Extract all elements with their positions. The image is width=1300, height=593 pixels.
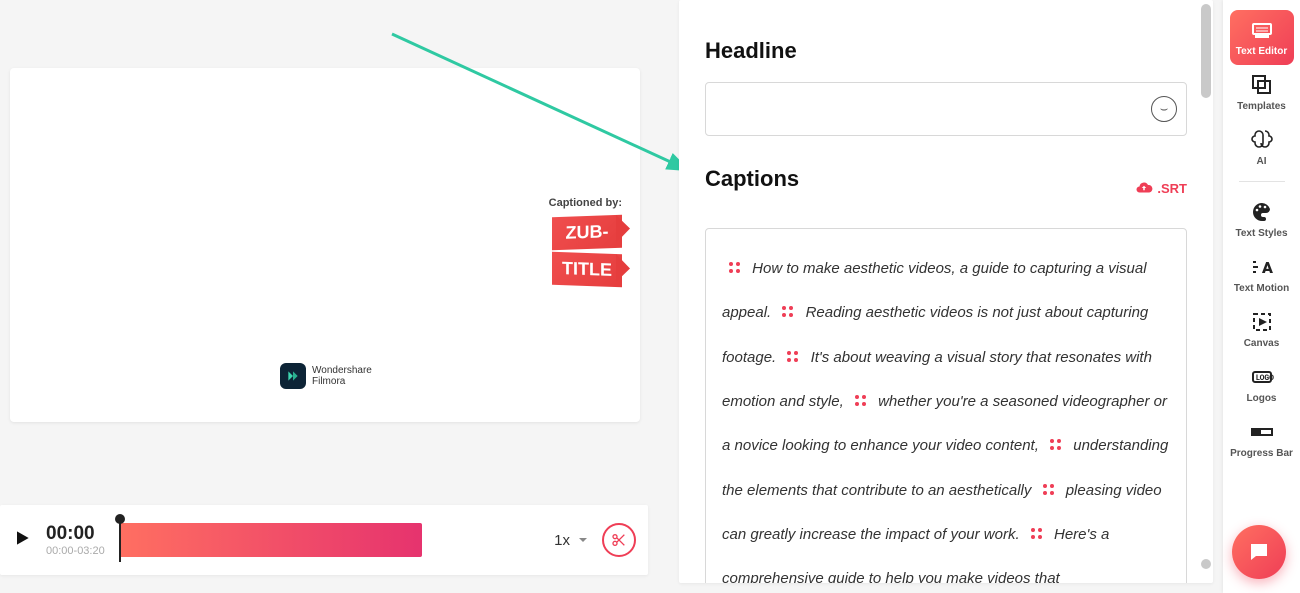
logo-icon: LOGO	[1250, 365, 1274, 389]
sidebar-item-text-styles[interactable]: Text Styles	[1230, 192, 1294, 247]
timecode-range: 00:00-03:20	[46, 545, 105, 557]
preview-column: Captioned by: ZUB- TITLE Wondershare Fil…	[0, 0, 660, 593]
svg-text:LOGO: LOGO	[1256, 374, 1274, 382]
palette-icon	[1250, 200, 1274, 224]
scissors-icon	[611, 532, 627, 548]
help-chat-button[interactable]	[1232, 525, 1286, 579]
timecode-current: 00:00	[46, 523, 105, 545]
sidebar-item-text-motion[interactable]: A Text Motion	[1230, 247, 1294, 302]
filmora-icon	[280, 363, 306, 389]
progress-bar-icon	[1250, 420, 1274, 444]
segment-handle[interactable]	[1042, 469, 1056, 513]
segment-handle[interactable]	[728, 247, 742, 291]
segment-handle[interactable]	[1030, 513, 1044, 557]
svg-text:A: A	[1261, 258, 1273, 277]
typewriter-icon	[1250, 18, 1274, 42]
timeline: 00:00 00:00-03:20 1x	[0, 505, 648, 575]
sidebar-item-logos[interactable]: LOGO Logos	[1230, 357, 1294, 412]
right-sidebar: Text Editor Templates AI Text Styles A T…	[1223, 0, 1300, 593]
smiley-icon: ⌣	[1160, 102, 1169, 117]
trim-button[interactable]	[602, 523, 636, 557]
filmora-watermark: Wondershare Filmora	[280, 363, 372, 389]
brain-icon	[1250, 128, 1274, 152]
play-button[interactable]	[12, 528, 38, 552]
text-motion-icon: A	[1250, 255, 1274, 279]
templates-icon	[1250, 73, 1274, 97]
sidebar-item-canvas[interactable]: Canvas	[1230, 302, 1294, 357]
panel-scrollbar[interactable]	[1201, 4, 1211, 98]
timeline-clip[interactable]	[119, 523, 422, 557]
sidebar-item-text-editor[interactable]: Text Editor	[1230, 10, 1294, 65]
zubtitle-logo: ZUB- TITLE	[552, 216, 622, 290]
segment-handle[interactable]	[786, 336, 800, 380]
export-srt-button[interactable]: .SRT	[1135, 179, 1187, 197]
captioned-by-label: Captioned by:	[549, 198, 622, 209]
headline-input[interactable]	[705, 82, 1187, 136]
video-preview[interactable]: Captioned by: ZUB- TITLE Wondershare Fil…	[10, 68, 640, 422]
canvas-icon	[1250, 310, 1274, 334]
segment-handle[interactable]	[781, 291, 795, 335]
watermark-brand: Wondershare	[312, 365, 372, 376]
sidebar-item-progress-bar[interactable]: Progress Bar	[1230, 412, 1294, 467]
timecode: 00:00 00:00-03:20	[46, 523, 105, 557]
watermark-product: Filmora	[312, 376, 372, 387]
chat-icon	[1247, 540, 1271, 564]
timeline-playhead[interactable]	[119, 520, 121, 562]
sidebar-separator	[1239, 181, 1285, 182]
segment-handle[interactable]	[854, 380, 868, 424]
emoji-picker-button[interactable]: ⌣	[1151, 96, 1177, 122]
headline-label: Headline	[705, 38, 1187, 64]
panel-scrollbar-end[interactable]	[1201, 559, 1211, 569]
captions-label: Captions	[705, 166, 799, 192]
captions-editor[interactable]: How to make aesthetic videos, a guide to…	[705, 228, 1187, 583]
sidebar-item-templates[interactable]: Templates	[1230, 65, 1294, 120]
timeline-track[interactable]	[119, 520, 540, 560]
chevron-down-icon	[578, 535, 588, 545]
cloud-upload-icon	[1135, 179, 1153, 197]
editor-panel: Headline ⌣ Captions .SRT How to make aes…	[679, 0, 1213, 583]
segment-handle[interactable]	[1049, 424, 1063, 468]
sidebar-item-ai[interactable]: AI	[1230, 120, 1294, 175]
playback-speed[interactable]: 1x	[554, 532, 588, 549]
